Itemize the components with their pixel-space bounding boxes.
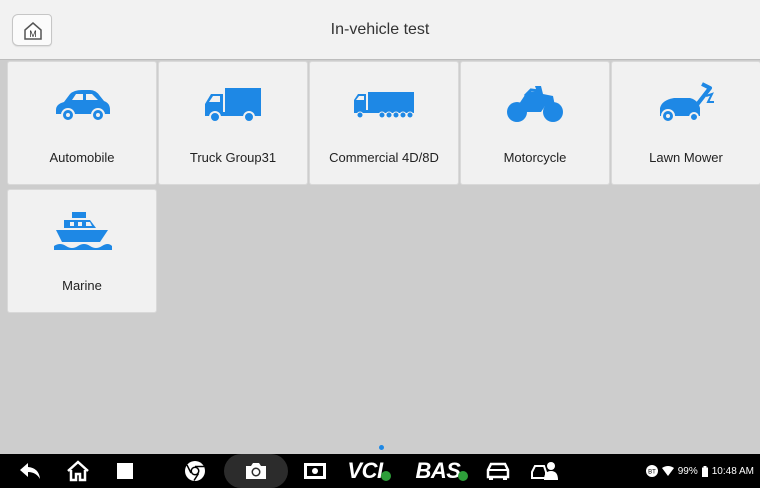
lawn-mower-icon bbox=[660, 82, 714, 123]
bluetooth-badge-icon: BT bbox=[645, 465, 658, 477]
square-icon bbox=[117, 463, 133, 479]
vci-status-dot-icon bbox=[380, 471, 391, 481]
battery-percent: 99% bbox=[677, 465, 698, 477]
semi-trailer-icon bbox=[354, 92, 414, 119]
boat-icon bbox=[54, 212, 112, 250]
battery-icon bbox=[701, 465, 708, 477]
bas-button[interactable]: BAS bbox=[412, 454, 472, 488]
tile-motorcycle[interactable]: Motorcycle bbox=[461, 62, 609, 184]
tile-label: Truck Group31 bbox=[189, 150, 277, 165]
tile-truck[interactable]: Truck Group31 bbox=[159, 62, 307, 184]
bas-label: BAS bbox=[415, 458, 461, 483]
page-indicator bbox=[379, 445, 384, 450]
camera-icon bbox=[246, 463, 266, 479]
page-title: In-vehicle test bbox=[330, 21, 430, 38]
tile-label: Motorcycle bbox=[503, 150, 567, 165]
tile-label: Lawn Mower bbox=[649, 150, 723, 165]
browser-button[interactable] bbox=[180, 454, 210, 488]
status-bar: BT 99% 10:48 AM bbox=[645, 454, 754, 488]
wifi-icon bbox=[661, 466, 674, 476]
back-arrow-icon bbox=[20, 463, 40, 479]
truck-icon bbox=[205, 88, 261, 123]
tile-commercial[interactable]: Commercial 4D/8D bbox=[310, 62, 458, 184]
tile-automobile[interactable]: Automobile bbox=[8, 62, 156, 184]
back-button[interactable] bbox=[14, 454, 46, 488]
vci-button[interactable]: VCI bbox=[342, 454, 396, 488]
tile-label: Automobile bbox=[49, 150, 115, 165]
screenshot-button[interactable] bbox=[240, 454, 272, 488]
tile-lawn-mower[interactable]: Lawn Mower bbox=[612, 62, 760, 184]
screen-record-icon bbox=[304, 463, 326, 479]
top-bar: M In-vehicle test bbox=[0, 0, 760, 60]
vci-label: VCI bbox=[347, 458, 383, 483]
svg-text:BT: BT bbox=[648, 470, 656, 476]
recent-apps-button[interactable] bbox=[110, 454, 140, 488]
car-icon bbox=[56, 90, 110, 122]
vehicle-menu-button[interactable] bbox=[482, 454, 514, 488]
system-navbar: VCI BAS BT 99% 10:48 AM bbox=[0, 454, 760, 488]
technician-button[interactable] bbox=[528, 454, 562, 488]
bas-status-dot-icon bbox=[458, 471, 469, 481]
chrome-icon bbox=[185, 461, 205, 481]
tile-label: Marine bbox=[62, 278, 102, 293]
home-outline-icon bbox=[67, 460, 89, 482]
motorcycle-icon bbox=[507, 86, 563, 122]
technician-icon bbox=[531, 462, 558, 480]
car-outline-icon bbox=[486, 462, 510, 480]
tile-marine[interactable]: Marine bbox=[8, 190, 156, 312]
tile-label: Commercial 4D/8D bbox=[329, 150, 439, 165]
screen-record-button[interactable] bbox=[300, 454, 330, 488]
clock: 10:48 AM bbox=[711, 465, 754, 477]
home-nav-button[interactable] bbox=[62, 454, 94, 488]
